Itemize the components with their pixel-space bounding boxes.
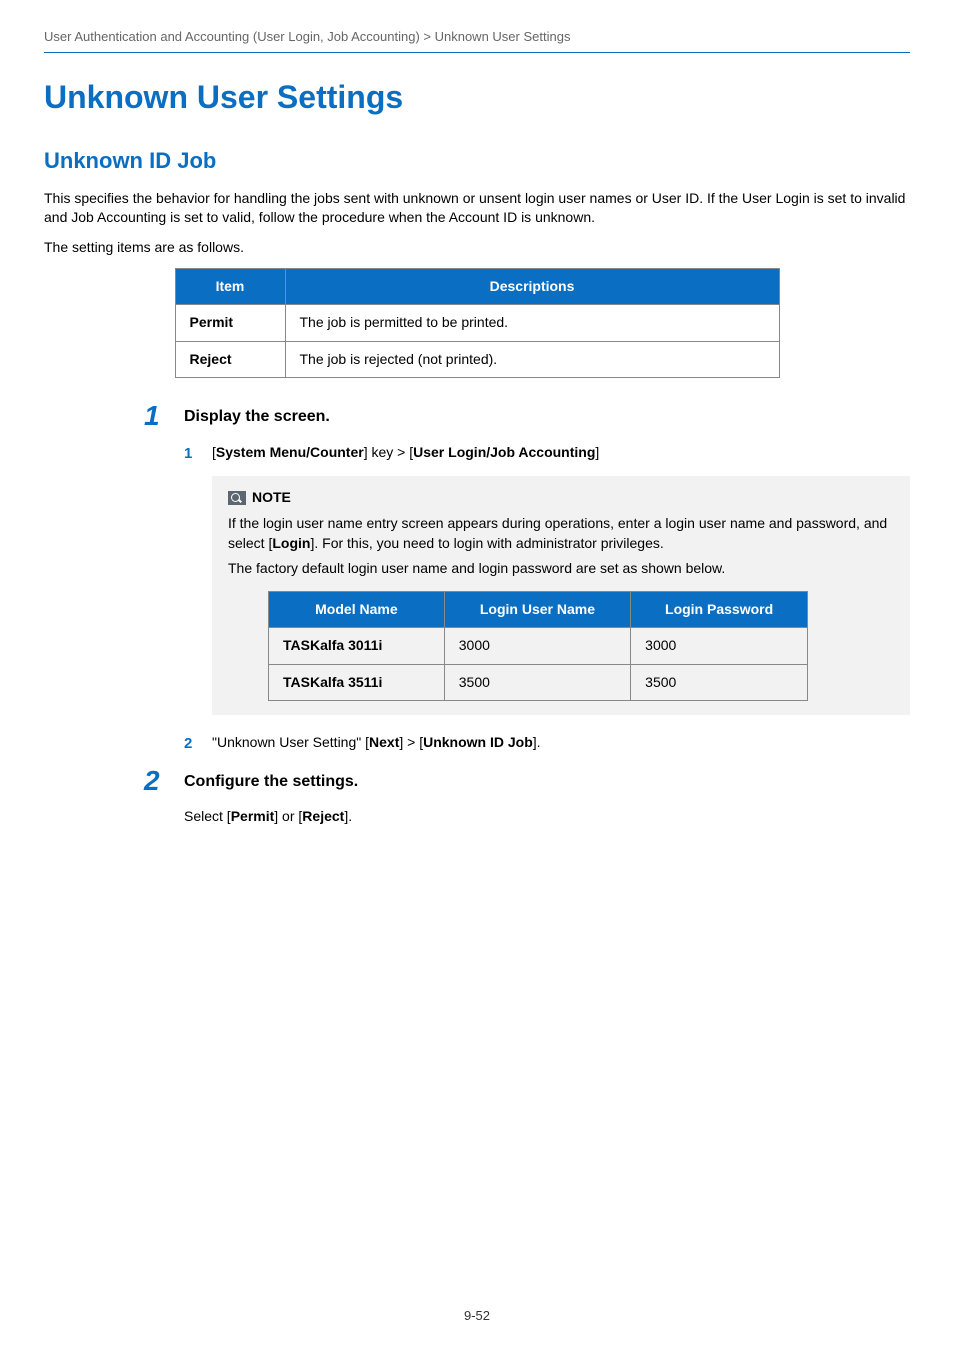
step-1: 1 Display the screen. 1 [System Menu/Cou… (184, 406, 910, 753)
col-header-item: Item (175, 268, 285, 305)
substep-number: 2 (184, 733, 192, 754)
table-row: Permit The job is permitted to be printe… (175, 305, 779, 342)
step-number-icon: 1 (144, 396, 160, 435)
substep-1: 1 [System Menu/Counter] key > [User Logi… (184, 443, 910, 716)
settings-table: Item Descriptions Permit The job is perm… (175, 268, 780, 379)
note-icon (228, 491, 246, 505)
note-label: NOTE (252, 488, 291, 508)
cell-user: 3500 (444, 664, 630, 701)
table-row: Reject The job is rejected (not printed)… (175, 341, 779, 378)
cell-model: TASKalfa 3011i (269, 628, 445, 665)
step-text: Select [Permit] or [Reject]. (184, 807, 910, 827)
col-header-desc: Descriptions (285, 268, 779, 305)
table-row: TASKalfa 3511i 3500 3500 (269, 664, 808, 701)
cell-item: Permit (175, 305, 285, 342)
col-header-pass: Login Password (631, 591, 808, 628)
substep-2: 2 "Unknown User Setting" [Next] > [Unkno… (184, 733, 910, 753)
credentials-table: Model Name Login User Name Login Passwor… (268, 591, 808, 702)
cell-user: 3000 (444, 628, 630, 665)
intro-paragraph-2: The setting items are as follows. (44, 238, 910, 258)
substep-number: 1 (184, 443, 192, 464)
step-title: Display the screen. (184, 406, 910, 428)
page-number: 9-52 (44, 1307, 910, 1345)
note-heading: NOTE (228, 488, 894, 508)
note-text-1: If the login user name entry screen appe… (228, 514, 894, 553)
cell-desc: The job is rejected (not printed). (285, 341, 779, 378)
col-header-model: Model Name (269, 591, 445, 628)
substep-text: [System Menu/Counter] key > [User Login/… (212, 444, 599, 460)
col-header-user: Login User Name (444, 591, 630, 628)
page-title-h1: Unknown User Settings (44, 75, 910, 120)
cell-pass: 3500 (631, 664, 808, 701)
cell-pass: 3000 (631, 628, 808, 665)
cell-item: Reject (175, 341, 285, 378)
breadcrumb: User Authentication and Accounting (User… (44, 28, 910, 46)
divider (44, 52, 910, 53)
step-2: 2 Configure the settings. Select [Permit… (184, 771, 910, 827)
note-box: NOTE If the login user name entry screen… (212, 476, 910, 715)
intro-paragraph-1: This specifies the behavior for handling… (44, 189, 910, 228)
step-number-icon: 2 (144, 761, 160, 800)
cell-desc: The job is permitted to be printed. (285, 305, 779, 342)
cell-model: TASKalfa 3511i (269, 664, 445, 701)
step-title: Configure the settings. (184, 771, 910, 793)
note-text-2: The factory default login user name and … (228, 559, 894, 579)
substep-text: "Unknown User Setting" [Next] > [Unknown… (212, 734, 541, 750)
table-row: TASKalfa 3011i 3000 3000 (269, 628, 808, 665)
section-title-h2: Unknown ID Job (44, 146, 910, 177)
